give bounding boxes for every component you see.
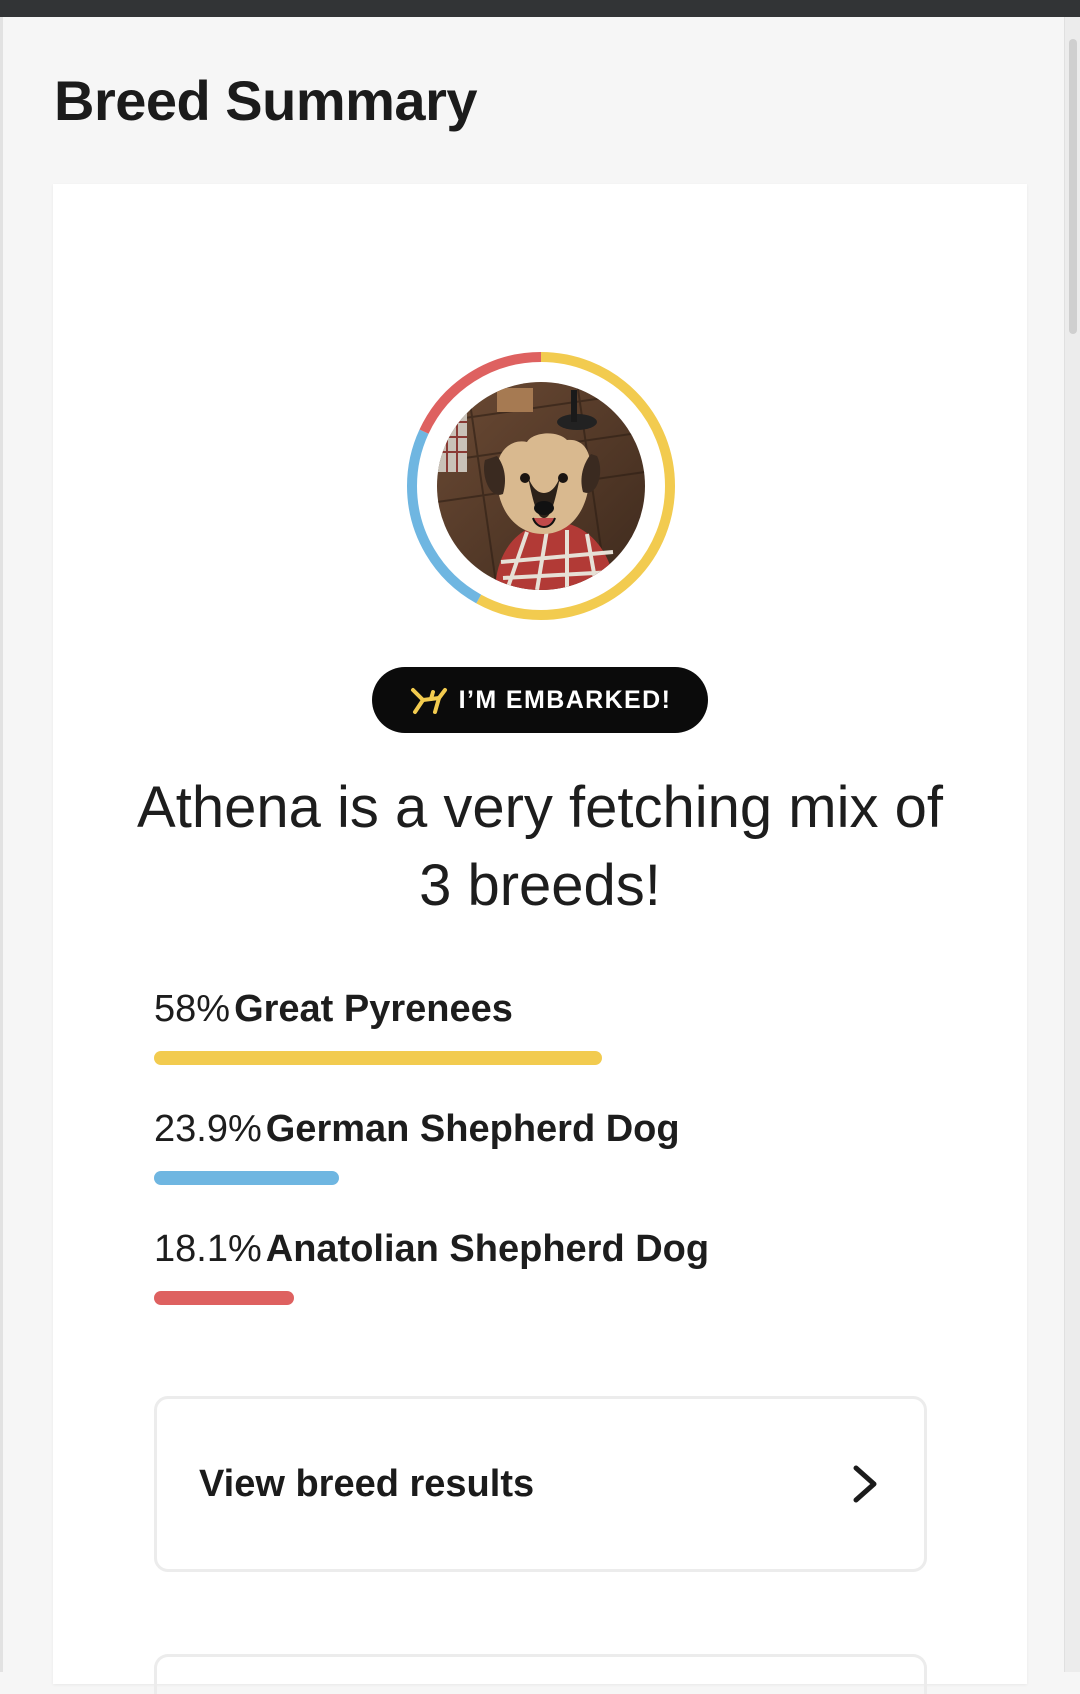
breed-label: 58% Great Pyrenees: [154, 988, 930, 1031]
dog-avatar: [398, 343, 684, 629]
dog-photo: [437, 382, 645, 590]
breed-summary-card: I’M EMBARKED! Athena is a very fetching …: [53, 184, 1027, 1694]
breed-label: 18.1% Anatolian Shepherd Dog: [154, 1228, 930, 1271]
breed-bar-track: [154, 1291, 927, 1305]
breed-name: Anatolian Shepherd Dog: [265, 1228, 710, 1270]
page-title: Breed Summary: [54, 69, 478, 132]
breed-name: Great Pyrenees: [234, 988, 513, 1030]
page-edge: [0, 17, 3, 1672]
breed-bar-fill: [154, 1171, 339, 1185]
breed-percent: 58%: [154, 988, 231, 1030]
next-section-card[interactable]: [154, 1654, 927, 1694]
breed-bar-fill: [154, 1051, 603, 1065]
breed-percent: 18.1%: [154, 1228, 262, 1270]
view-breed-results-label: View breed results: [199, 1462, 535, 1505]
breed-name: German Shepherd Dog: [265, 1108, 680, 1150]
status-bar: [0, 0, 1080, 17]
embarked-badge: I’M EMBARKED!: [372, 667, 708, 733]
breed-row-great-pyrenees: 58% Great Pyrenees: [154, 988, 930, 1065]
scrollbar-thumb[interactable]: [1069, 39, 1077, 334]
badge-text: I’M EMBARKED!: [458, 685, 672, 714]
chevron-right-icon: [853, 1465, 877, 1503]
breed-bar-track: [154, 1171, 927, 1185]
breed-row-anatolian-shepherd: 18.1% Anatolian Shepherd Dog: [154, 1228, 930, 1305]
breed-mix-headline: Athena is a very fetching mix of 3 breed…: [137, 775, 943, 918]
breed-bar-fill: [154, 1291, 294, 1305]
breed-bar-track: [154, 1051, 927, 1065]
view-breed-results-button[interactable]: View breed results: [154, 1396, 927, 1572]
breed-row-german-shepherd: 23.9% German Shepherd Dog: [154, 1108, 930, 1185]
breed-percent: 23.9%: [154, 1108, 262, 1150]
breed-label: 23.9% German Shepherd Dog: [154, 1108, 930, 1151]
embark-logo-icon: [410, 688, 447, 714]
scrollbar[interactable]: [1064, 17, 1080, 1672]
